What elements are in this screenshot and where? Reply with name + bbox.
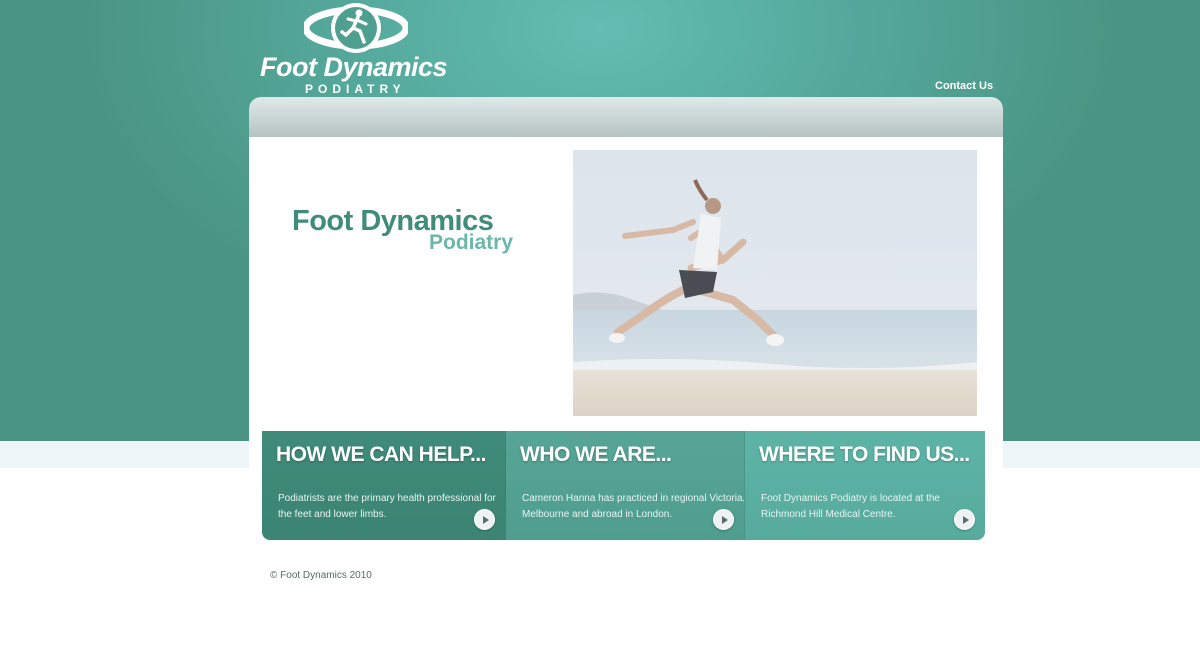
feature-heading: WHERE TO FIND US... [759, 443, 970, 466]
contact-us-link[interactable]: Contact Us [935, 80, 993, 92]
logo-title: Foot Dynamics [260, 52, 448, 82]
play-arrow-icon[interactable] [713, 509, 734, 530]
play-arrow-icon[interactable] [474, 509, 495, 530]
nav-bar [249, 97, 1003, 137]
feature-how-we-can-help[interactable]: HOW WE CAN HELP... Podiatrists are the p… [262, 431, 505, 540]
runner-logo-icon [304, 3, 408, 53]
feature-where-to-find-us[interactable]: WHERE TO FIND US... Foot Dynamics Podiat… [744, 431, 985, 540]
feature-who-we-are[interactable]: WHO WE ARE... Cameron Hanna has practice… [505, 431, 745, 540]
hero-photo-runner-on-beach [573, 150, 977, 416]
logo-subtitle: PODIATRY [305, 82, 406, 96]
brand-subtitle: Podiatry [429, 231, 514, 254]
feature-text: Foot Dynamics Podiatry is located at the… [761, 493, 940, 520]
feature-heading: WHO WE ARE... [520, 443, 672, 466]
footer-copyright: © Foot Dynamics 2010 [270, 570, 372, 581]
site-logo[interactable]: Foot Dynamics PODIATRY [260, 2, 460, 96]
feature-boxes: HOW WE CAN HELP... Podiatrists are the p… [262, 431, 985, 540]
feature-heading: HOW WE CAN HELP... [276, 443, 486, 466]
feature-text: Podiatrists are the primary health profe… [278, 493, 496, 520]
play-arrow-icon[interactable] [954, 509, 975, 530]
beach-runner-image [573, 150, 977, 416]
